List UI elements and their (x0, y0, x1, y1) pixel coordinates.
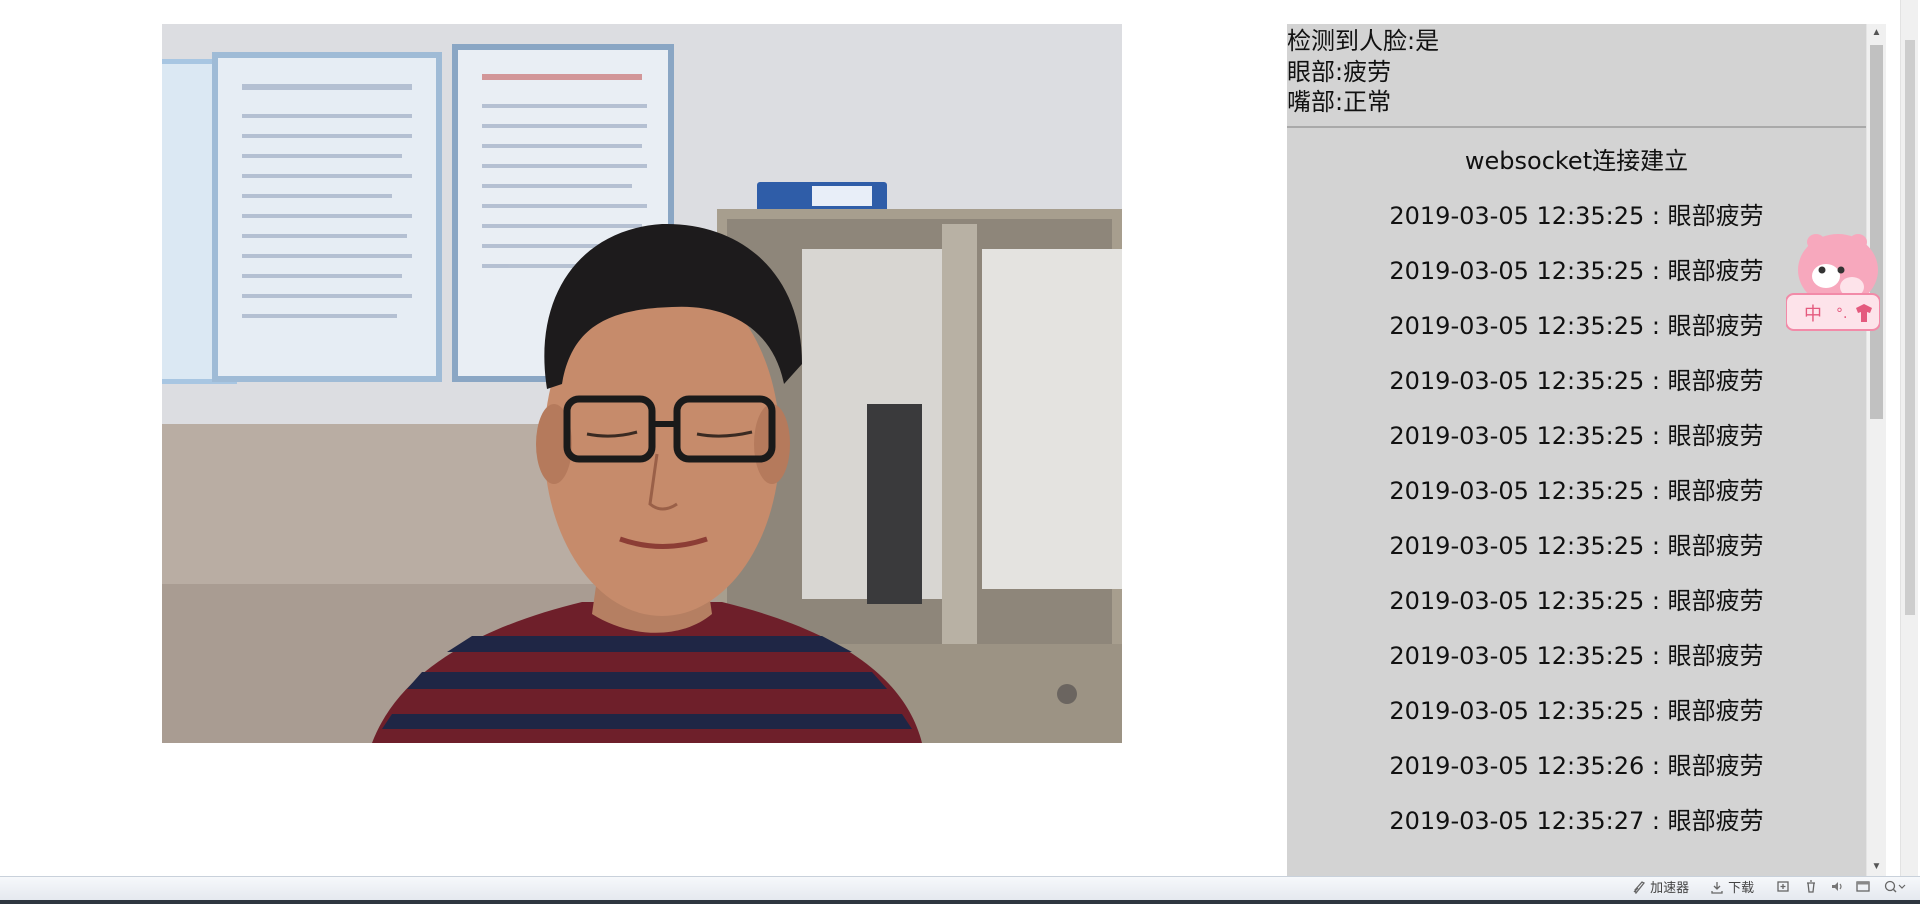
log-entry: 2019-03-05 12:35:25 : 眼部疲劳 (1389, 202, 1764, 230)
log-title: websocket连接建立 (1464, 147, 1689, 175)
log-entry: 2019-03-05 12:35:25 : 眼部疲劳 (1389, 532, 1764, 560)
webcam-video (162, 24, 1122, 743)
rocket-icon (1632, 881, 1646, 895)
log-entry: 2019-03-05 12:35:25 : 眼部疲劳 (1389, 257, 1764, 285)
log-entry: 2019-03-05 12:35:25 : 眼部疲劳 (1389, 697, 1764, 725)
accelerator-label: 加速器 (1650, 881, 1690, 896)
log-entry: 2019-03-05 12:35:26 : 眼部疲劳 (1389, 752, 1764, 780)
download-icon (1710, 881, 1724, 894)
log-entry: 2019-03-05 12:35:25 : 眼部疲劳 (1389, 477, 1764, 505)
download-label: 下载 (1728, 881, 1755, 896)
speaker-icon[interactable] (1830, 880, 1844, 898)
scroll-up-arrow-icon[interactable]: ▲ (1867, 24, 1886, 42)
webcam-frame-image (162, 24, 1122, 743)
log-entry: 2019-03-05 12:35:25 : 眼部疲劳 (1389, 312, 1764, 340)
log-scrollbar[interactable]: ▲ ▼ (1866, 24, 1886, 876)
eye-status-text: 眼部:疲劳 (1287, 57, 1392, 86)
download-button[interactable]: 下载 (1710, 880, 1754, 898)
browser-status-bar: 加速器 下载 (0, 876, 1920, 900)
face-detected-text: 检测到人脸:是 (1287, 27, 1440, 55)
ime-mode-label: 中 (1804, 304, 1822, 325)
accelerator-button[interactable]: 加速器 (1632, 880, 1689, 898)
window-bottom-edge (0, 900, 1920, 904)
detection-status: 检测到人脸:是 眼部:疲劳 嘴部:正常 (1287, 24, 1866, 128)
page-scrollbar[interactable] (1900, 0, 1918, 876)
zoom-icon[interactable] (1884, 880, 1906, 898)
crop-icon[interactable] (1776, 880, 1790, 898)
log-entry: 2019-03-05 12:35:25 : 眼部疲劳 (1389, 367, 1764, 395)
log-entry: 2019-03-05 12:35:25 : 眼部疲劳 (1389, 422, 1764, 450)
mouth-status-text: 嘴部:正常 (1287, 88, 1392, 116)
trash-icon[interactable] (1804, 880, 1818, 898)
log-entry: 2019-03-05 12:35:25 : 眼部疲劳 (1389, 642, 1764, 670)
log-entry: 2019-03-05 12:35:25 : 眼部疲劳 (1389, 587, 1764, 615)
detection-panel: 检测到人脸:是 眼部:疲劳 嘴部:正常 websocket连接建立 2019-0… (1287, 24, 1866, 876)
log-entry: 2019-03-05 12:35:27 : 眼部疲劳 (1389, 807, 1764, 835)
event-log: websocket连接建立 2019-03-05 12:35:25 : 眼部疲劳… (1287, 134, 1866, 849)
scroll-down-arrow-icon[interactable]: ▼ (1867, 858, 1886, 876)
ime-bear-widget[interactable]: 中 °. (1785, 232, 1881, 332)
page-scrollbar-thumb[interactable] (1905, 40, 1915, 615)
window-icon[interactable] (1856, 880, 1870, 898)
svg-text:°.: °. (1836, 306, 1847, 322)
